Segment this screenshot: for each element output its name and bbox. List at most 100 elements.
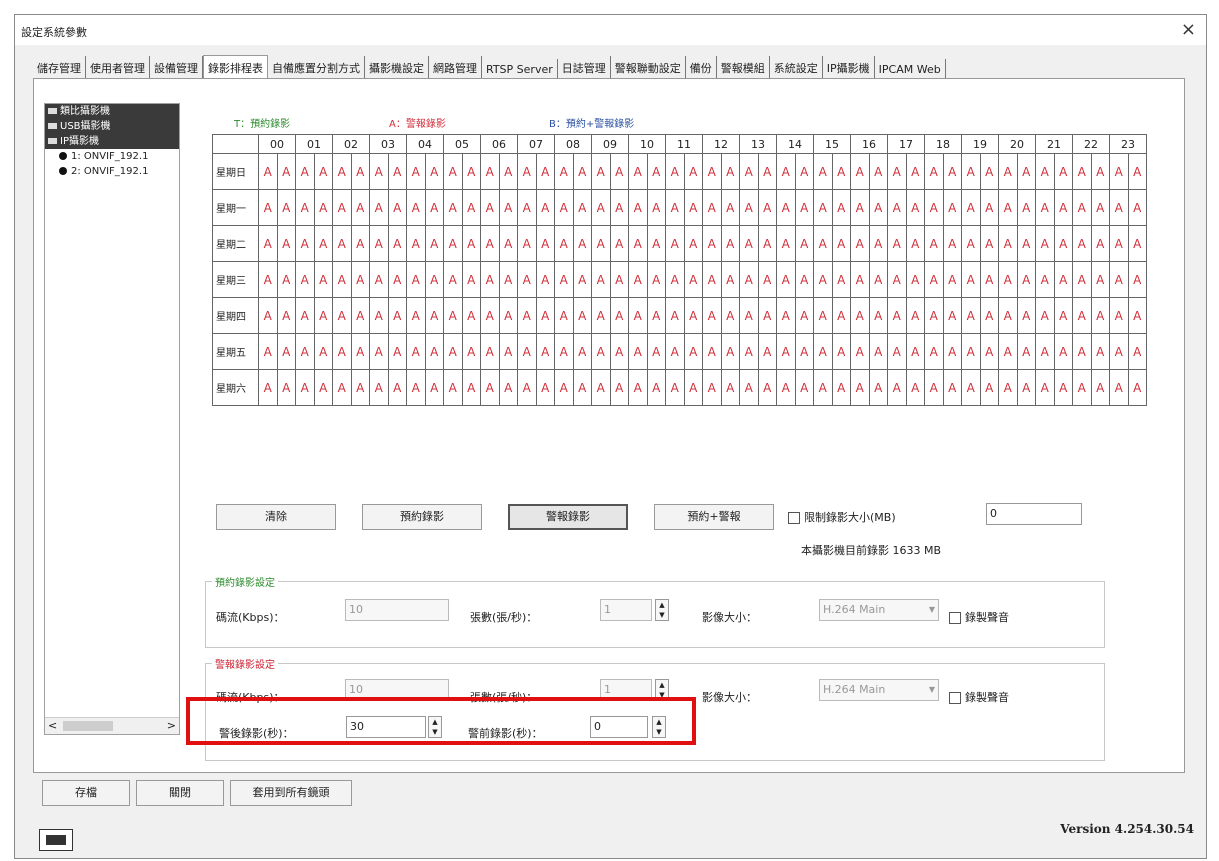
schedule-cell[interactable]: A bbox=[702, 333, 722, 370]
schedule-cell[interactable]: A bbox=[757, 369, 777, 406]
schedule-cell[interactable]: A bbox=[757, 189, 777, 226]
schedule-cell[interactable]: A bbox=[572, 369, 592, 406]
alarm-audio-check[interactable] bbox=[949, 692, 961, 704]
schedule-cell[interactable]: A bbox=[850, 369, 870, 406]
scheduled-fps-spinner[interactable]: ▲ ▼ bbox=[655, 599, 669, 621]
tab-4[interactable]: 自備應置分割方式 bbox=[268, 56, 365, 79]
schedule-cell[interactable]: A bbox=[517, 189, 537, 226]
schedule-cell[interactable]: A bbox=[831, 369, 851, 406]
schedule-cell[interactable]: A bbox=[332, 189, 352, 226]
schedule-cell[interactable]: A bbox=[443, 369, 463, 406]
schedule-cell[interactable]: A bbox=[831, 297, 851, 334]
schedule-cell[interactable]: A bbox=[683, 153, 703, 190]
schedule-cell[interactable]: A bbox=[1072, 369, 1092, 406]
schedule-cell[interactable]: A bbox=[480, 189, 500, 226]
schedule-cell[interactable]: A bbox=[572, 297, 592, 334]
schedule-cell[interactable]: A bbox=[1016, 369, 1036, 406]
schedule-cell[interactable]: A bbox=[702, 369, 722, 406]
schedule-cell[interactable]: A bbox=[406, 153, 426, 190]
schedule-cell[interactable]: A bbox=[1053, 297, 1073, 334]
schedule-cell[interactable]: A bbox=[1109, 153, 1129, 190]
schedule-cell[interactable]: A bbox=[628, 369, 648, 406]
schedule-cell[interactable]: A bbox=[1090, 225, 1110, 262]
schedule-cell[interactable]: A bbox=[517, 369, 537, 406]
schedule-cell[interactable]: A bbox=[443, 189, 463, 226]
schedule-cell[interactable]: A bbox=[1053, 225, 1073, 262]
schedule-cell[interactable]: A bbox=[739, 333, 759, 370]
schedule-cell[interactable]: A bbox=[369, 333, 389, 370]
schedule-cell[interactable]: A bbox=[517, 333, 537, 370]
schedule-cell[interactable]: A bbox=[591, 369, 611, 406]
schedule-cell[interactable]: A bbox=[350, 333, 370, 370]
schedule-cell[interactable]: A bbox=[1072, 225, 1092, 262]
keyboard-icon[interactable] bbox=[39, 829, 73, 851]
schedule-cell[interactable]: A bbox=[961, 369, 981, 406]
schedule-cell[interactable]: A bbox=[850, 153, 870, 190]
schedule-cell[interactable]: A bbox=[313, 153, 333, 190]
schedule-cell[interactable]: A bbox=[461, 261, 481, 298]
schedule-cell[interactable]: A bbox=[850, 333, 870, 370]
schedule-cell[interactable]: A bbox=[443, 297, 463, 334]
schedule-cell[interactable]: A bbox=[813, 297, 833, 334]
tree-camera-0[interactable]: 1: ONVIF_192.1 bbox=[45, 149, 179, 164]
schedule-cell[interactable]: A bbox=[313, 369, 333, 406]
schedule-cell[interactable]: A bbox=[350, 297, 370, 334]
schedule-cell[interactable]: A bbox=[739, 189, 759, 226]
schedule-cell[interactable]: A bbox=[609, 333, 629, 370]
schedule-cell[interactable]: A bbox=[295, 261, 315, 298]
schedule-cell[interactable]: A bbox=[498, 225, 518, 262]
schedule-cell[interactable]: A bbox=[720, 153, 740, 190]
schedule-cell[interactable]: A bbox=[406, 189, 426, 226]
schedule-cell[interactable]: A bbox=[998, 333, 1018, 370]
schedule-cell[interactable]: A bbox=[831, 333, 851, 370]
schedule-cell[interactable]: A bbox=[369, 189, 389, 226]
schedule-cell[interactable]: A bbox=[739, 369, 759, 406]
schedule-cell[interactable]: A bbox=[942, 369, 962, 406]
schedule-cell[interactable]: A bbox=[905, 297, 925, 334]
schedule-cell[interactable]: A bbox=[498, 189, 518, 226]
schedule-cell[interactable]: A bbox=[424, 369, 444, 406]
schedule-cell[interactable]: A bbox=[609, 369, 629, 406]
schedule-cell[interactable]: A bbox=[258, 225, 278, 262]
schedule-cell[interactable]: A bbox=[905, 225, 925, 262]
schedule-cell[interactable]: A bbox=[406, 225, 426, 262]
schedule-cell[interactable]: A bbox=[350, 261, 370, 298]
schedule-cell[interactable]: A bbox=[572, 189, 592, 226]
schedule-cell[interactable]: A bbox=[591, 153, 611, 190]
schedule-cell[interactable]: A bbox=[702, 153, 722, 190]
tab-12[interactable]: 系統設定 bbox=[769, 56, 823, 79]
schedule-cell[interactable]: A bbox=[942, 189, 962, 226]
scheduled-audio-checkbox[interactable]: 錄製聲音 bbox=[949, 609, 1009, 625]
schedule-cell[interactable]: A bbox=[646, 297, 666, 334]
schedule-cell[interactable]: A bbox=[554, 297, 574, 334]
schedule-cell[interactable]: A bbox=[295, 189, 315, 226]
schedule-cell[interactable]: A bbox=[998, 261, 1018, 298]
tree-group-0[interactable]: 類比攝影機 bbox=[45, 104, 179, 119]
schedule-cell[interactable]: A bbox=[1016, 153, 1036, 190]
tab-14[interactable]: IPCAM Web bbox=[874, 59, 946, 79]
limit-size-checkbox[interactable]: 限制錄影大小(MB) bbox=[788, 509, 896, 525]
schedule-cell[interactable]: A bbox=[276, 369, 296, 406]
schedule-cell[interactable]: A bbox=[480, 153, 500, 190]
close-icon[interactable]: × bbox=[1181, 19, 1196, 40]
schedule-cell[interactable]: A bbox=[813, 225, 833, 262]
schedule-cell[interactable]: A bbox=[831, 153, 851, 190]
schedule-cell[interactable]: A bbox=[480, 225, 500, 262]
schedule-cell[interactable]: A bbox=[424, 333, 444, 370]
schedule-cell[interactable]: A bbox=[757, 225, 777, 262]
schedule-cell[interactable]: A bbox=[332, 297, 352, 334]
schedule-cell[interactable]: A bbox=[683, 261, 703, 298]
schedule-cell[interactable]: A bbox=[258, 261, 278, 298]
schedule-cell[interactable]: A bbox=[535, 261, 555, 298]
schedule-cell[interactable]: A bbox=[776, 369, 796, 406]
schedule-cell[interactable]: A bbox=[665, 225, 685, 262]
schedule-cell[interactable]: A bbox=[961, 333, 981, 370]
schedule-cell[interactable]: A bbox=[628, 333, 648, 370]
schedule-cell[interactable]: A bbox=[480, 297, 500, 334]
schedule-cell[interactable]: A bbox=[720, 333, 740, 370]
schedule-cell[interactable]: A bbox=[924, 333, 944, 370]
schedule-cell[interactable]: A bbox=[1035, 225, 1055, 262]
schedule-cell[interactable]: A bbox=[554, 189, 574, 226]
schedule-cell[interactable]: A bbox=[702, 225, 722, 262]
schedule-cell[interactable]: A bbox=[276, 153, 296, 190]
